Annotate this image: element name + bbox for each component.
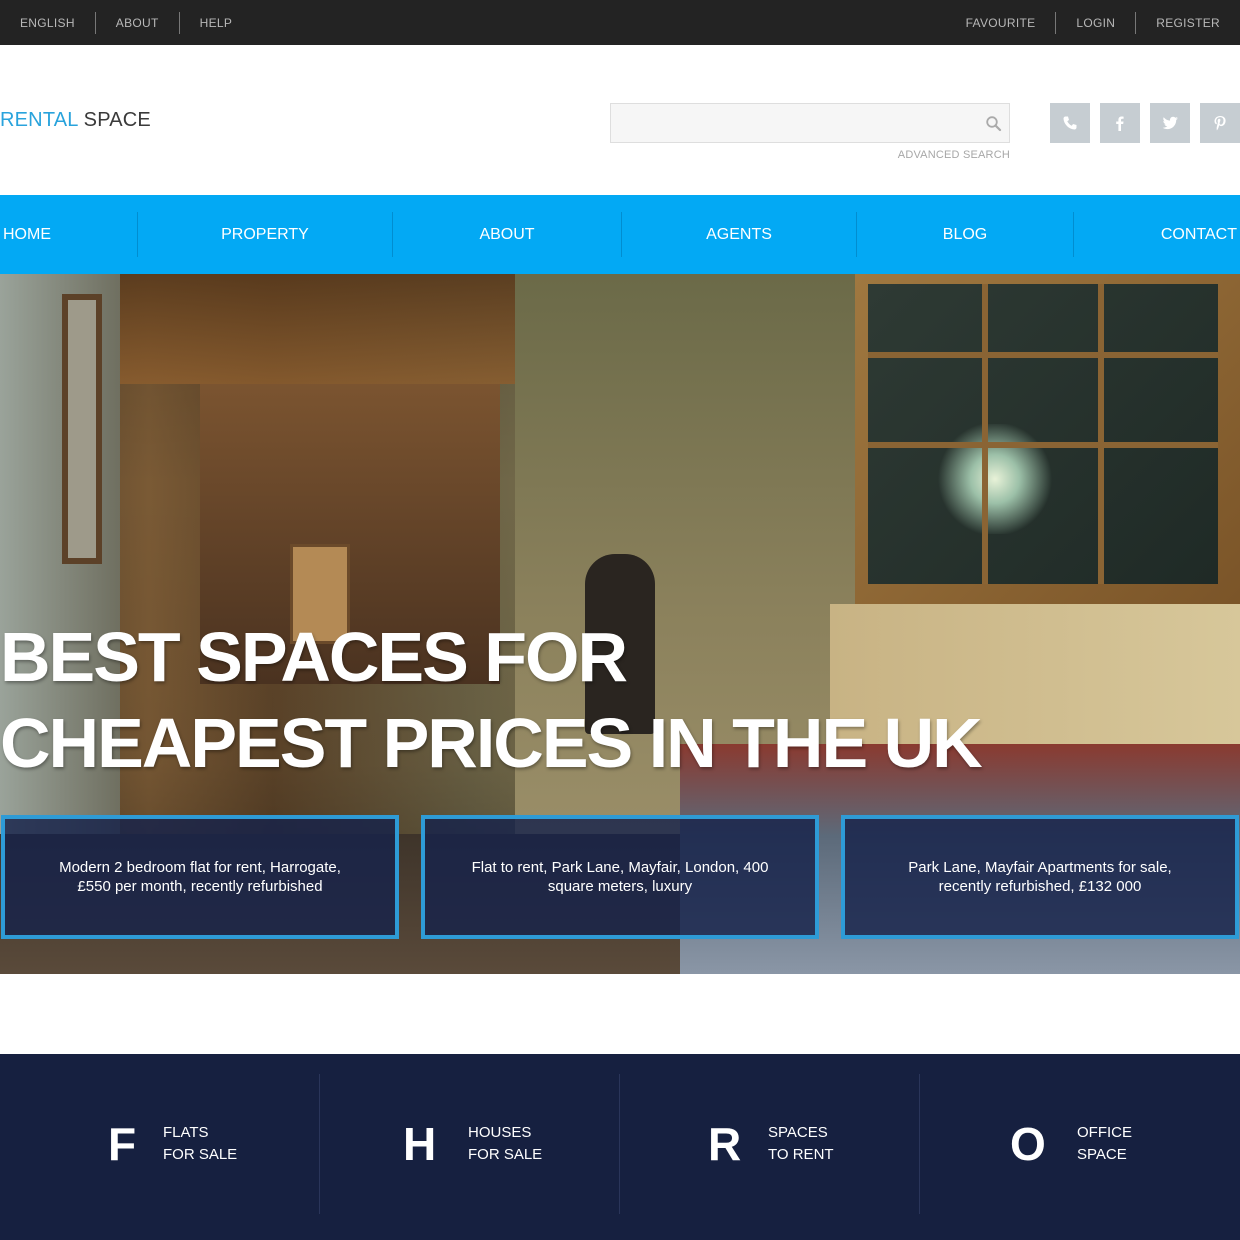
site-logo[interactable]: RENTAL SPACE [0,109,151,132]
search-box [610,103,1010,143]
category-label-line-2: SPACE [1077,1146,1127,1163]
category-label-line-1: SPACES [768,1124,828,1141]
nav-item-contact[interactable]: CONTACT [1074,195,1240,274]
top-bar-left: ENGLISH ABOUT HELP [0,0,252,45]
featured-listing-card[interactable]: Modern 2 bedroom flat for rent, Harrogat… [1,815,399,939]
search-icon[interactable] [985,115,1003,133]
category-office[interactable]: O OFFICE SPACE [920,1054,1220,1240]
category-label-line-1: FLATS [163,1124,209,1141]
category-label-line-2: FOR SALE [163,1146,238,1163]
nav-item-blog[interactable]: BLOG [857,195,1073,274]
hero-headline-line-2: CHEAPEST PRICES IN THE UK [0,704,983,782]
twitter-icon[interactable] [1150,103,1190,143]
listing-description: Modern 2 bedroom flat for rent, Harrogat… [59,859,341,895]
category-letter: R [708,1118,742,1170]
category-label: HOUSES FOR SALE [468,1122,542,1166]
register-link[interactable]: REGISTER [1136,12,1240,34]
language-link[interactable]: ENGLISH [0,12,95,34]
category-bar: F FLATS FOR SALE H HOUSES FOR SALE R SPA… [0,1054,1240,1240]
top-bar: ENGLISH ABOUT HELP FAVOURITE LOGIN REGIS… [0,0,1240,45]
login-link[interactable]: LOGIN [1056,12,1135,34]
facebook-icon[interactable] [1100,103,1140,143]
search-input[interactable] [611,104,971,142]
category-label: SPACES TO RENT [768,1122,834,1166]
phone-icon[interactable] [1050,103,1090,143]
category-letter: O [1010,1118,1046,1170]
nav-item-home[interactable]: HOME [0,195,137,274]
category-flats[interactable]: F FLATS FOR SALE [20,1054,320,1240]
nav-item-property[interactable]: PROPERTY [138,195,392,274]
category-label: OFFICE SPACE [1077,1122,1132,1166]
category-label-line-1: HOUSES [468,1124,532,1141]
featured-listing-card[interactable]: Park Lane, Mayfair Apartments for sale, … [841,815,1239,939]
category-houses[interactable]: H HOUSES FOR SALE [320,1054,620,1240]
nav-item-agents[interactable]: AGENTS [622,195,856,274]
category-spaces[interactable]: R SPACES TO RENT [620,1054,920,1240]
logo-part-space: SPACE [83,109,151,131]
hero-banner: BEST SPACES FOR CHEAPEST PRICES IN THE U… [0,274,1240,974]
nav-item-about[interactable]: ABOUT [393,195,621,274]
top-about-link[interactable]: ABOUT [96,12,179,34]
main-nav: HOME PROPERTY ABOUT AGENTS BLOG CONTACT [0,195,1240,274]
favourite-link[interactable]: FAVOURITE [946,12,1056,34]
listing-description: Park Lane, Mayfair Apartments for sale, … [908,859,1172,895]
listing-description: Flat to rent, Park Lane, Mayfair, London… [471,859,769,895]
category-label: FLATS FOR SALE [163,1122,237,1166]
hero-headline-line-1: BEST SPACES FOR [0,618,628,696]
category-label-line-2: FOR SALE [468,1146,543,1163]
category-label-line-2: TO RENT [768,1146,834,1163]
featured-listing-card[interactable]: Flat to rent, Park Lane, Mayfair, London… [421,815,819,939]
category-label-line-1: OFFICE [1077,1124,1132,1141]
category-letter: H [403,1118,437,1170]
top-bar-right: FAVOURITE LOGIN REGISTER [946,0,1240,45]
hero-headline: BEST SPACES FOR CHEAPEST PRICES IN THE U… [0,614,983,786]
advanced-search-link[interactable]: ADVANCED SEARCH [898,149,1010,161]
category-letter: F [108,1118,137,1170]
help-link[interactable]: HELP [180,12,253,34]
logo-part-rental: RENTAL [0,109,78,131]
pinterest-icon[interactable] [1200,103,1240,143]
